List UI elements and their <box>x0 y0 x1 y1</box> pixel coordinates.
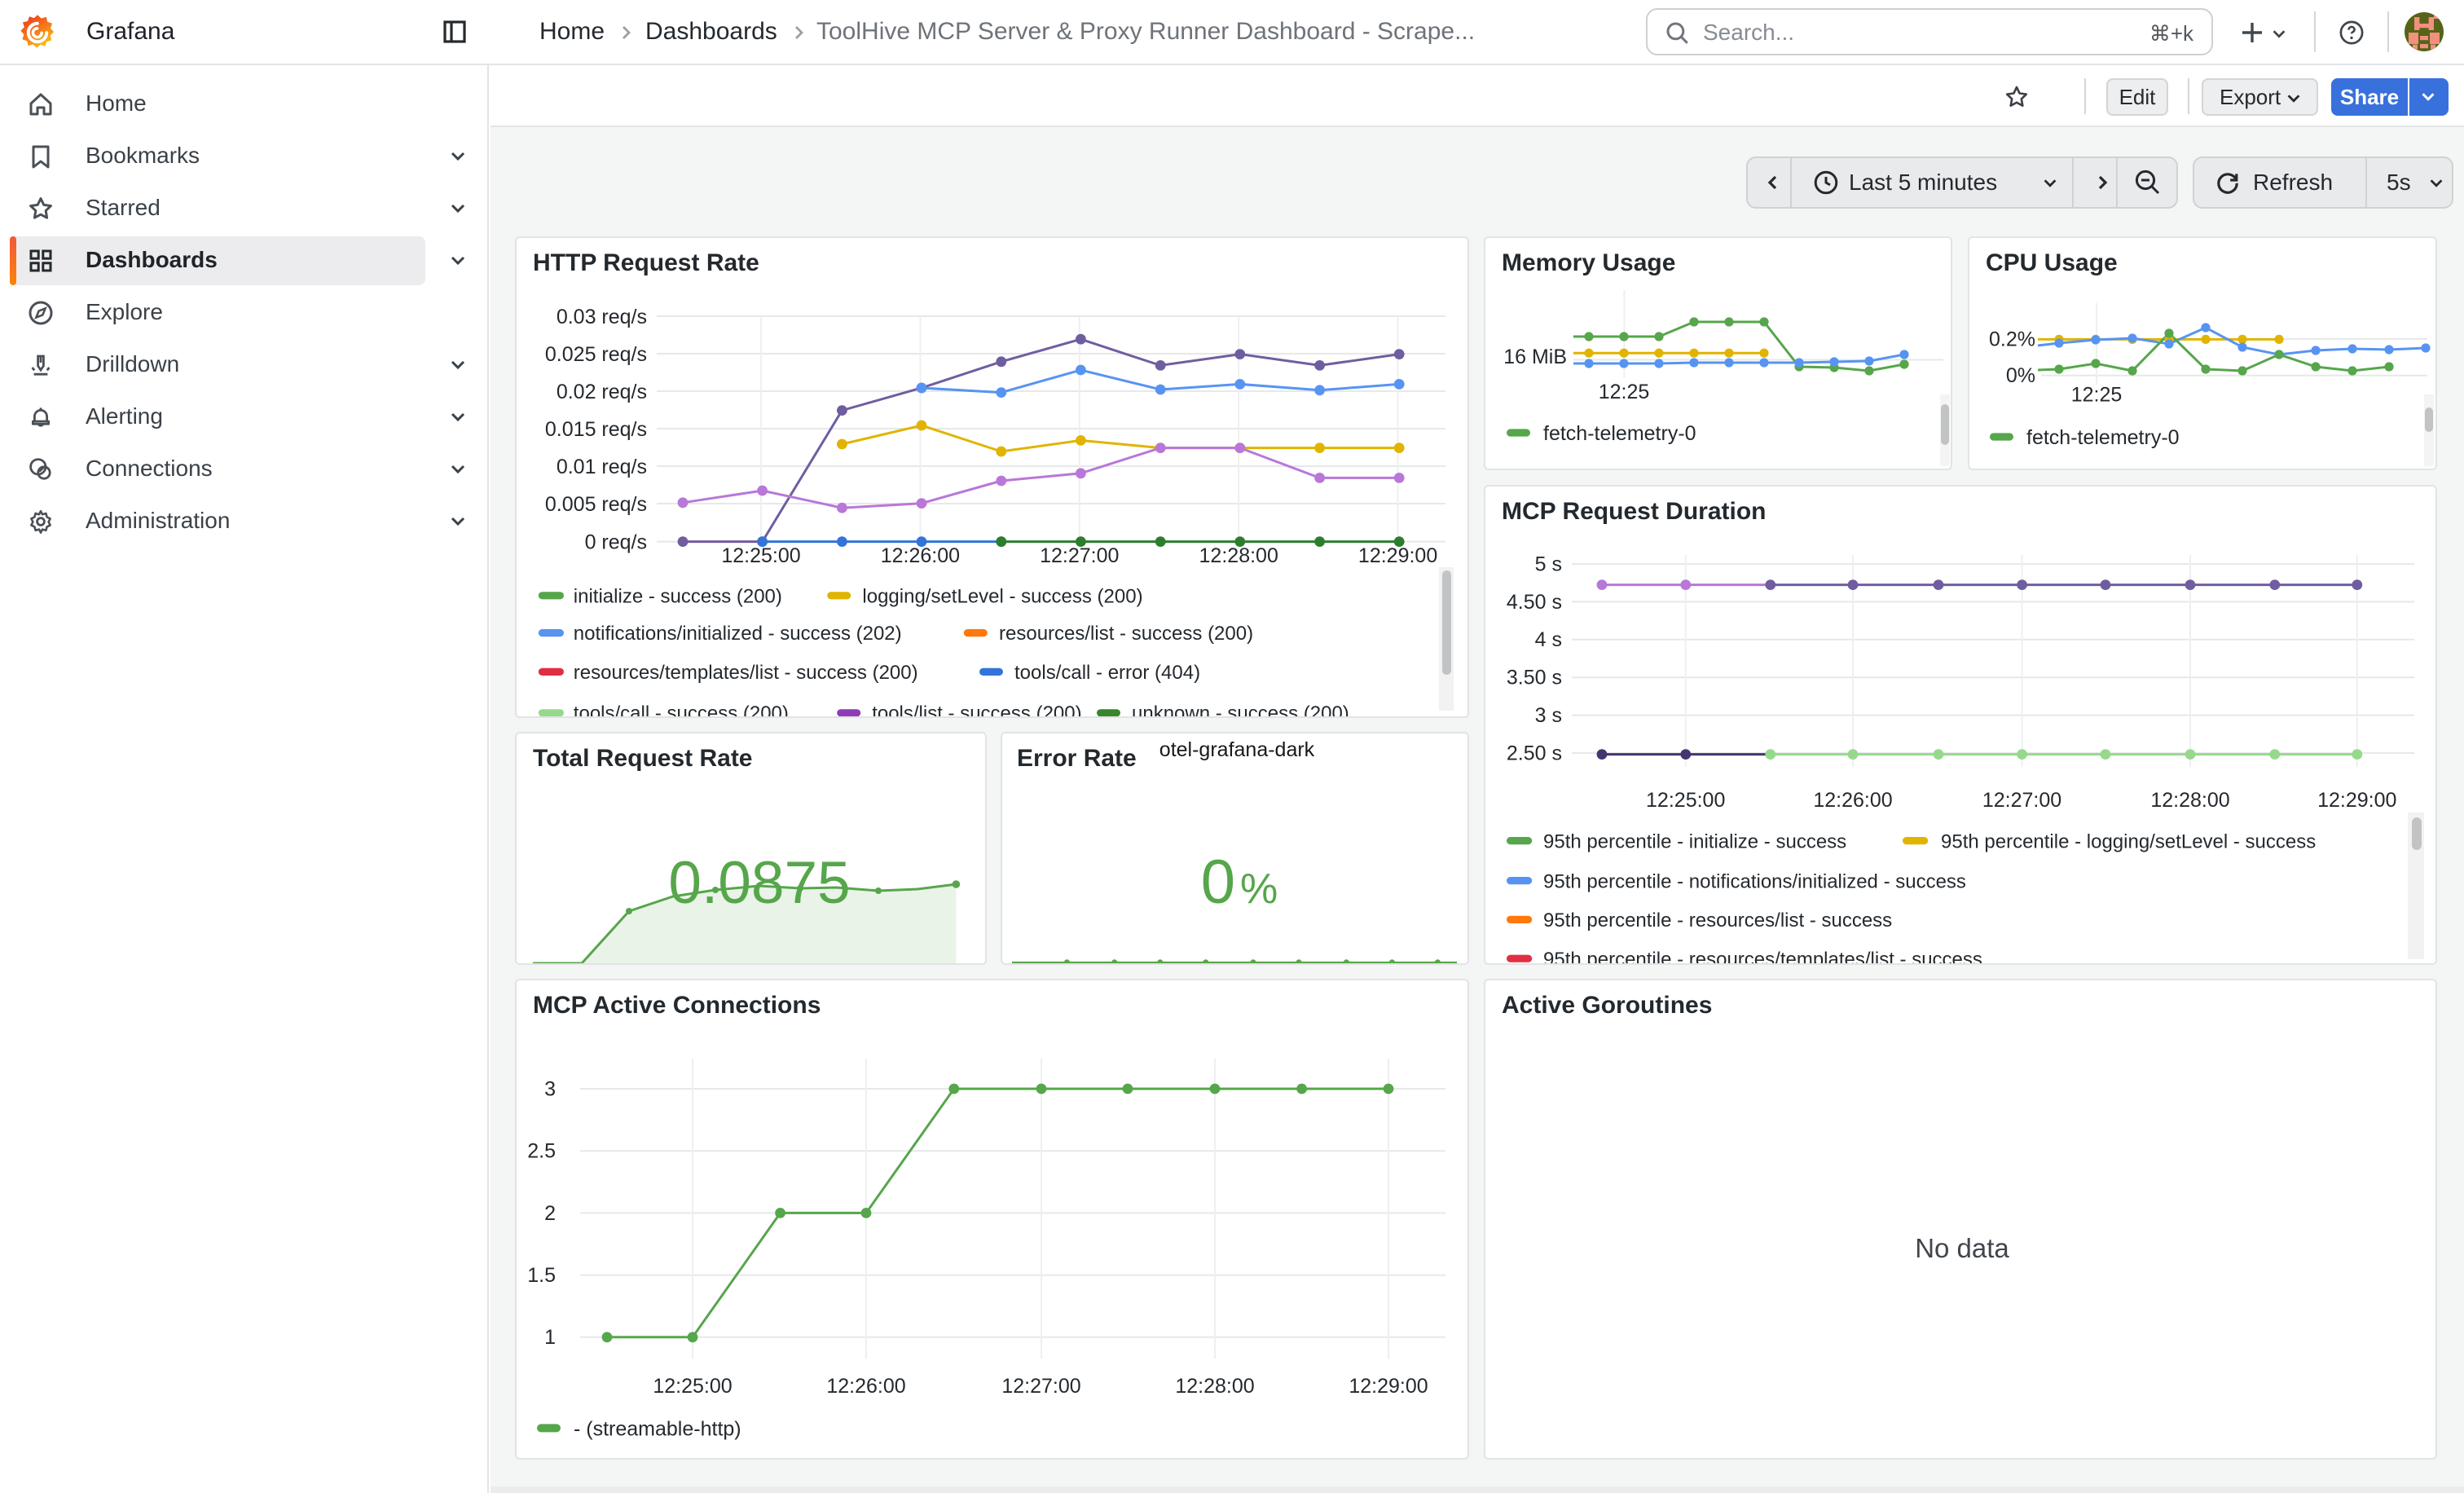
svg-text:3: 3 <box>544 1077 556 1100</box>
svg-text:16 MiB: 16 MiB <box>1503 346 1567 368</box>
svg-text:12:26:00: 12:26:00 <box>826 1375 905 1398</box>
svg-text:2.50 s: 2.50 s <box>1507 742 1562 764</box>
svg-text:12:28:00: 12:28:00 <box>2150 789 2229 812</box>
svg-text:12:26:00: 12:26:00 <box>1813 789 1892 812</box>
svg-text:95th percentile - initialize -: 95th percentile - initialize - success <box>1543 830 1846 852</box>
svg-text:fetch-telemetry-0: fetch-telemetry-0 <box>2026 426 2180 449</box>
svg-text:4 s: 4 s <box>1535 628 1562 651</box>
svg-text:unknown - success (200): unknown - success (200) <box>1132 702 1349 717</box>
svg-text:12:25:00: 12:25:00 <box>1646 789 1725 812</box>
svg-text:- (streamable-http): - (streamable-http) <box>574 1418 741 1441</box>
svg-text:0.03 req/s: 0.03 req/s <box>557 306 647 328</box>
svg-text:12:29:00: 12:29:00 <box>1349 1375 1428 1398</box>
svg-text:logging/setLevel - success (20: logging/setLevel - success (200) <box>862 585 1142 607</box>
svg-text:tools/call - success (200): tools/call - success (200) <box>574 702 789 717</box>
svg-text:resources/templates/list - suc: resources/templates/list - success (200) <box>574 662 918 684</box>
svg-text:0.0875: 0.0875 <box>668 850 850 916</box>
svg-text:12:25:00: 12:25:00 <box>721 544 800 567</box>
svg-text:95th percentile - resources/te: 95th percentile - resources/templates/li… <box>1543 949 1982 964</box>
svg-text:0.015 req/s: 0.015 req/s <box>545 418 647 441</box>
svg-text:0%: 0% <box>2006 364 2035 387</box>
svg-text:3 s: 3 s <box>1535 704 1562 727</box>
svg-text:12:27:00: 12:27:00 <box>1982 789 2061 812</box>
svg-text:12:25: 12:25 <box>1599 381 1650 403</box>
svg-text:12:29:00: 12:29:00 <box>1358 544 1437 567</box>
svg-text:notifications/initialized - su: notifications/initialized - success (202… <box>574 623 902 645</box>
svg-text:4.50 s: 4.50 s <box>1507 591 1562 614</box>
svg-text:12:27:00: 12:27:00 <box>1040 544 1119 567</box>
svg-text:12:26:00: 12:26:00 <box>881 544 960 567</box>
svg-text:tools/list - success (200): tools/list - success (200) <box>872 702 1081 717</box>
svg-text:2.5: 2.5 <box>527 1140 556 1163</box>
svg-text:12:29:00: 12:29:00 <box>2317 789 2396 812</box>
svg-text:5 s: 5 s <box>1535 553 1562 575</box>
svg-text:fetch-telemetry-0: fetch-telemetry-0 <box>1543 422 1696 445</box>
svg-text:0.025 req/s: 0.025 req/s <box>545 343 647 366</box>
svg-text:initialize - success (200): initialize - success (200) <box>574 585 782 607</box>
svg-text:95th percentile - logging/setL: 95th percentile - logging/setLevel - suc… <box>1941 830 2316 852</box>
svg-text:12:27:00: 12:27:00 <box>1001 1375 1080 1398</box>
svg-text:95th percentile - notification: 95th percentile - notifications/initiali… <box>1543 870 1966 892</box>
svg-text:0 req/s: 0 req/s <box>585 531 647 554</box>
svg-text:95th percentile - resources/li: 95th percentile - resources/list - succe… <box>1543 909 1892 931</box>
svg-text:12:25:00: 12:25:00 <box>653 1375 732 1398</box>
svg-text:resources/list - success (200): resources/list - success (200) <box>999 623 1253 645</box>
svg-text:0.2%: 0.2% <box>1989 328 2035 350</box>
svg-text:12:28:00: 12:28:00 <box>1175 1375 1254 1398</box>
svg-text:12:28:00: 12:28:00 <box>1199 544 1278 567</box>
svg-text:12:25: 12:25 <box>2071 384 2123 407</box>
svg-text:0.01 req/s: 0.01 req/s <box>557 456 647 478</box>
svg-text:%: % <box>1240 865 1278 913</box>
svg-text:0.005 req/s: 0.005 req/s <box>545 493 647 516</box>
svg-text:0.02 req/s: 0.02 req/s <box>557 381 647 403</box>
svg-text:1: 1 <box>544 1326 556 1349</box>
svg-text:0: 0 <box>1201 848 1235 917</box>
svg-text:2: 2 <box>544 1202 556 1225</box>
svg-text:3.50 s: 3.50 s <box>1507 667 1562 689</box>
svg-text:tools/call - error (404): tools/call - error (404) <box>1014 662 1200 684</box>
svg-text:otel-grafana-dark: otel-grafana-dark <box>1159 738 1315 761</box>
svg-text:1.5: 1.5 <box>527 1264 556 1287</box>
